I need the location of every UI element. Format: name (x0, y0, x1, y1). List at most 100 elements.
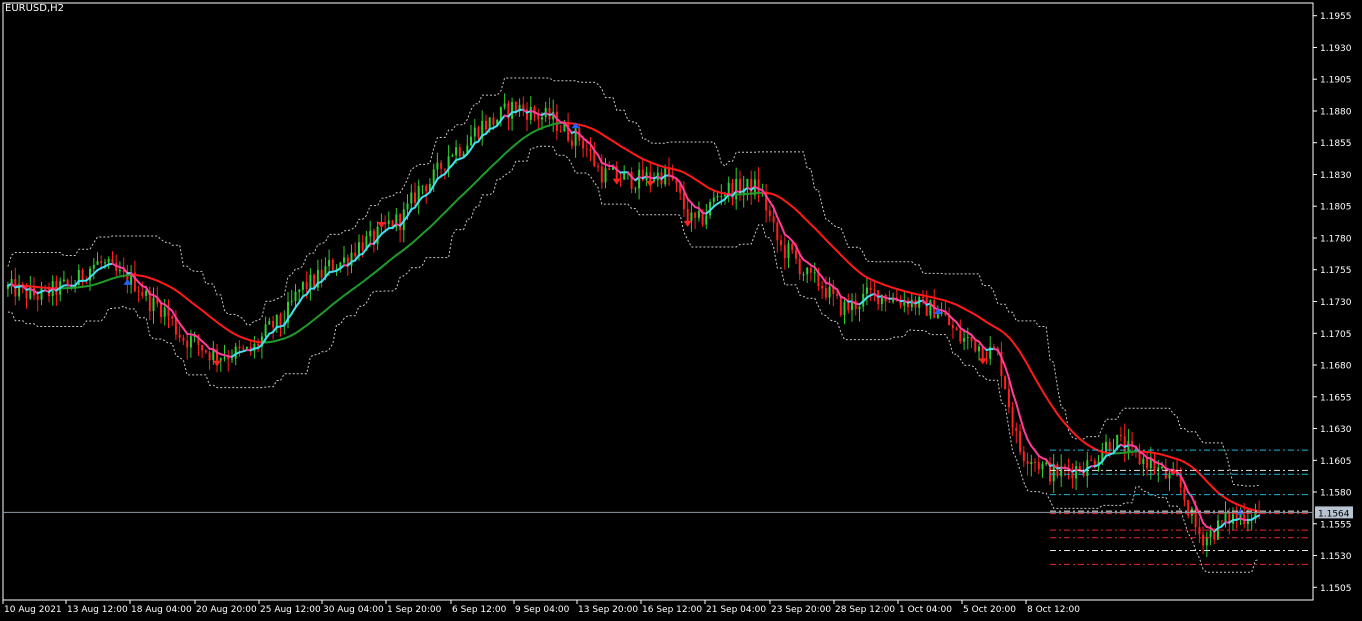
candle-body (387, 220, 390, 225)
x-tick-label: 10 Aug 2021 (4, 605, 62, 615)
candle-body (432, 169, 435, 184)
candle-body (328, 260, 331, 267)
candle-body (443, 168, 446, 170)
y-tick-label: 1.1755 (1320, 266, 1352, 276)
x-tick-label: 25 Aug 12:00 (260, 605, 321, 615)
candle-body (313, 274, 316, 288)
candle-body (634, 188, 637, 190)
candle-body (529, 107, 532, 120)
candle-body (376, 226, 379, 245)
candle-body (425, 185, 428, 192)
candle-body (440, 162, 443, 169)
candle-body (290, 301, 293, 303)
candle-body (1030, 462, 1033, 464)
candle-body (223, 357, 226, 359)
candle-body (163, 307, 166, 317)
candle-body (712, 197, 715, 202)
candle-body (511, 102, 514, 119)
candle-body (294, 291, 297, 302)
candle-body (399, 214, 402, 230)
current-price-label: 1.1564 (1318, 509, 1350, 519)
candle-body (1022, 451, 1025, 462)
candle-body (925, 297, 928, 316)
candle-body (1108, 441, 1111, 451)
ma-segment (1049, 402, 1055, 410)
candle-body (66, 279, 69, 285)
y-tick-label: 1.1605 (1320, 457, 1352, 467)
ma-segment (1198, 512, 1205, 524)
candle-body (720, 196, 723, 198)
candle-body (836, 293, 839, 296)
candle-body (104, 262, 106, 264)
candle-body (410, 192, 413, 204)
chart-window[interactable]: 1.1564 1.1955 1.1930 1.1905 1.1880 1.1855 1.18… (0, 0, 1362, 621)
candle-body (238, 346, 241, 349)
candle-body (1075, 466, 1078, 479)
candles (6, 93, 1261, 557)
candle-body (798, 258, 801, 275)
candle-body (750, 178, 753, 195)
candle-body (174, 318, 177, 335)
candle-body (821, 286, 824, 289)
candle-body (298, 289, 301, 292)
candle-body (212, 349, 215, 361)
candle-body (343, 257, 345, 263)
ma-segment (1190, 496, 1197, 507)
x-tick-label: 18 Aug 04:00 (131, 605, 192, 615)
ma-segment (1026, 438, 1033, 447)
candle-body (320, 269, 323, 278)
candle-body (806, 267, 809, 275)
y-tick-label: 1.1955 (1320, 12, 1352, 22)
candle-body (160, 303, 162, 317)
candle-body (783, 245, 786, 259)
candle-body (873, 289, 876, 291)
candle-body (152, 297, 155, 312)
candle-body (92, 264, 95, 269)
candle-body (1056, 464, 1059, 477)
ma-segment (1045, 396, 1051, 404)
price-chart[interactable]: 1.1564 1.1955 1.1930 1.1905 1.1880 1.1855 1.18… (0, 0, 1362, 621)
ma-segment (1015, 402, 1022, 419)
ma-segment (1022, 357, 1029, 366)
candle-body (694, 212, 697, 218)
candle-body (178, 334, 181, 338)
candle-body (686, 209, 689, 221)
candle-body (1209, 530, 1212, 537)
candle-body (145, 290, 148, 296)
candle-body (40, 287, 43, 300)
y-tick-label: 1.1655 (1320, 393, 1352, 403)
candle-body (955, 328, 958, 331)
candle-body (1041, 463, 1044, 470)
candle-body (974, 341, 977, 352)
candle-body (858, 306, 861, 310)
candle-body (541, 117, 543, 120)
candle-body (690, 212, 693, 221)
candle-body (275, 314, 278, 328)
candle-body (1045, 462, 1048, 464)
candle-body (1149, 459, 1152, 469)
candle-body (559, 131, 562, 132)
candle-body (514, 102, 517, 112)
candle-body (204, 350, 207, 353)
x-tick-label: 16 Sep 12:00 (642, 605, 702, 615)
ma-segment (1037, 383, 1044, 392)
candle-body (1198, 527, 1201, 535)
candle-body (62, 279, 65, 282)
ma-segment (1034, 377, 1040, 386)
candle-body (604, 168, 607, 183)
candle-body (922, 296, 924, 298)
candle-body (1224, 512, 1227, 522)
ma-segment (1045, 458, 1051, 467)
ma-segment (1019, 416, 1025, 431)
candle-body (111, 259, 114, 263)
candle-body (81, 270, 84, 280)
x-tick-label: 5 Oct 20:00 (963, 605, 1016, 615)
candle-body (1026, 461, 1029, 464)
candle-body (865, 287, 868, 294)
candle-body (570, 140, 573, 146)
candle-body (951, 325, 954, 329)
candle-body (1235, 514, 1238, 520)
candle-body (1142, 458, 1145, 464)
fast-ma (6, 108, 1261, 533)
candle-body (231, 358, 233, 360)
